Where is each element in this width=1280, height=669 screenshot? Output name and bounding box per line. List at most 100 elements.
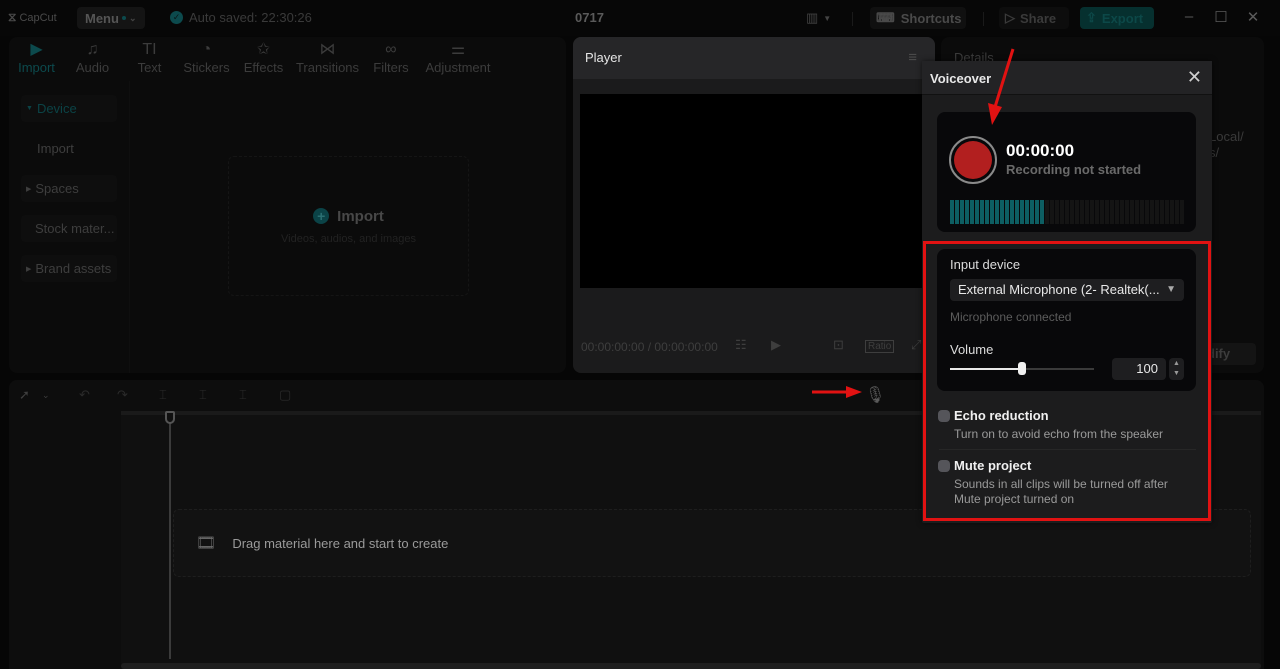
record-button[interactable] (949, 136, 997, 184)
sidebar-item-label: Stock mater... (35, 221, 115, 236)
chevron-down-icon[interactable]: ⌄ (42, 390, 50, 401)
sidebar-item-spaces[interactable]: ▶ Spaces (21, 175, 117, 202)
divider (983, 12, 984, 26)
tab-label: Adjustment (425, 60, 491, 75)
meter-segment (980, 200, 984, 224)
close-window-icon[interactable]: ✕ (1243, 8, 1263, 26)
fullscreen-icon[interactable]: ⤢ (911, 337, 921, 353)
tab-adjustment[interactable]: ⚌ Adjustment (419, 37, 497, 81)
mute-project-description: Sounds in all clips will be turned off a… (954, 477, 1168, 506)
upload-icon: ⇪ (1086, 10, 1097, 25)
close-icon[interactable]: ✕ (1187, 67, 1202, 88)
tab-audio[interactable]: ♫ Audio (64, 37, 121, 81)
import-dropzone[interactable]: + Import Videos, audios, and images (228, 156, 469, 296)
split-left-icon[interactable]: ⌶ (199, 387, 207, 403)
capcut-window: ⧖ CapCut Menu ⌄ ✓ Auto saved: 22:30:26 0… (0, 0, 1280, 669)
meter-segment (1135, 200, 1139, 224)
meter-segment (1125, 200, 1129, 224)
meter-segment (950, 200, 954, 224)
share-label: Share (1020, 10, 1057, 26)
split-icon[interactable]: ⌶ (159, 387, 167, 403)
export-label: Export (1101, 10, 1144, 26)
volume-slider-fill (950, 368, 1022, 370)
meter-segment (1035, 200, 1039, 224)
input-device-select[interactable]: External Microphone (2- Realtek(... ▼ (950, 279, 1184, 301)
layout-button[interactable]: ▥ ▼ (806, 10, 831, 26)
meter-segment (1010, 200, 1014, 224)
tab-stickers[interactable]: ◔ Stickers (178, 37, 235, 81)
redo-icon[interactable]: ↷ (117, 387, 128, 403)
timeline-grid-icon[interactable]: ☷ (735, 337, 747, 353)
meter-segment (1095, 200, 1099, 224)
record-voiceover-mic-icon[interactable]: 🎙 (865, 385, 885, 405)
zoom-fit-icon[interactable]: ⊡ (833, 337, 844, 353)
playhead-handle[interactable] (165, 411, 175, 424)
meter-segment (1070, 200, 1074, 224)
hamburger-menu-icon[interactable]: ≡ (908, 49, 917, 66)
caret-right-icon: ▶ (26, 265, 32, 273)
tab-text[interactable]: TI Text (121, 37, 178, 81)
import-media-icon: ▶ (30, 41, 43, 58)
split-right-icon[interactable]: ⌶ (239, 387, 247, 403)
caret-right-icon: ▶ (26, 185, 32, 193)
chevron-down-icon[interactable]: ▼ (1169, 369, 1184, 379)
meter-segment (990, 200, 994, 224)
sidebar-item-label: Spaces (35, 181, 79, 196)
meter-segment (1060, 200, 1064, 224)
layout-icon: ▥ (806, 10, 819, 25)
shortcuts-button[interactable]: ⌨ Shortcuts (870, 7, 966, 29)
meter-segment (1005, 200, 1009, 224)
tab-filters[interactable]: ∞ Filters (363, 37, 419, 81)
project-name[interactable]: 0717 (575, 10, 604, 25)
sidebar-item-label: Brand assets (35, 261, 112, 276)
adjustment-sliders-icon: ⚌ (450, 41, 466, 58)
meter-segment (1140, 200, 1144, 224)
tab-transitions[interactable]: ⋈ Transitions (292, 37, 363, 81)
meter-segment (1025, 200, 1029, 224)
menu-button[interactable]: Menu ⌄ (77, 7, 145, 29)
player-title: Player (585, 50, 622, 65)
meter-segment (1015, 200, 1019, 224)
export-button[interactable]: ⇪ Export (1080, 7, 1154, 29)
sidebar-item-stock-material[interactable]: Stock mater... (21, 215, 117, 242)
chevron-up-icon[interactable]: ▲ (1169, 359, 1184, 369)
sidebar-item-import[interactable]: Import (21, 135, 117, 162)
undo-icon[interactable]: ↶ (79, 387, 90, 403)
player-header: Player ≡ (573, 37, 935, 79)
sticker-icon: ◔ (201, 41, 212, 58)
timeline-scrollbar[interactable] (121, 663, 1261, 669)
divider (129, 81, 130, 373)
echo-reduction-toggle[interactable] (938, 410, 950, 422)
mute-project-toggle[interactable] (938, 460, 950, 472)
volume-slider[interactable] (950, 362, 1094, 375)
playhead-line[interactable] (169, 411, 171, 659)
sidebar-item-device[interactable]: ▼ Device (21, 95, 117, 122)
meter-segment (1090, 200, 1094, 224)
meter-segment (1130, 200, 1134, 224)
echo-reduction-description: Turn on to avoid echo from the speaker (954, 427, 1164, 441)
video-preview (580, 94, 930, 288)
recording-card: 00:00:00 Recording not started (937, 112, 1196, 232)
media-tabs: ▶ Import ♫ Audio TI Text ◔ Stickers ✩ Ef… (9, 37, 497, 81)
play-icon[interactable]: ▶ (771, 337, 781, 353)
delete-icon[interactable]: ▢ (279, 387, 291, 403)
meter-segment (1100, 200, 1104, 224)
keyboard-icon: ⌨ (876, 10, 895, 25)
volume-stepper[interactable]: ▲ ▼ (1169, 358, 1184, 380)
sidebar-item-brand-assets[interactable]: ▶ Brand assets (21, 255, 117, 282)
tab-effects[interactable]: ✩ Effects (235, 37, 292, 81)
select-cursor-icon[interactable]: ➚ (19, 387, 30, 403)
share-video-icon: ▷ (1005, 10, 1015, 25)
ratio-button[interactable]: Ratio (865, 340, 895, 353)
share-button[interactable]: ▷ Share (999, 7, 1069, 29)
import-button[interactable]: + Import (313, 208, 384, 225)
maximize-icon[interactable]: ☐ (1211, 8, 1231, 26)
tab-import[interactable]: ▶ Import (9, 37, 64, 81)
minimize-icon[interactable]: – (1179, 8, 1199, 25)
text-icon: TI (142, 41, 157, 58)
volume-slider-thumb[interactable] (1018, 362, 1026, 375)
meter-segment (1180, 200, 1184, 224)
meter-segment (1165, 200, 1169, 224)
app-name: CapCut (19, 11, 57, 24)
volume-input[interactable]: 100 (1112, 358, 1166, 380)
